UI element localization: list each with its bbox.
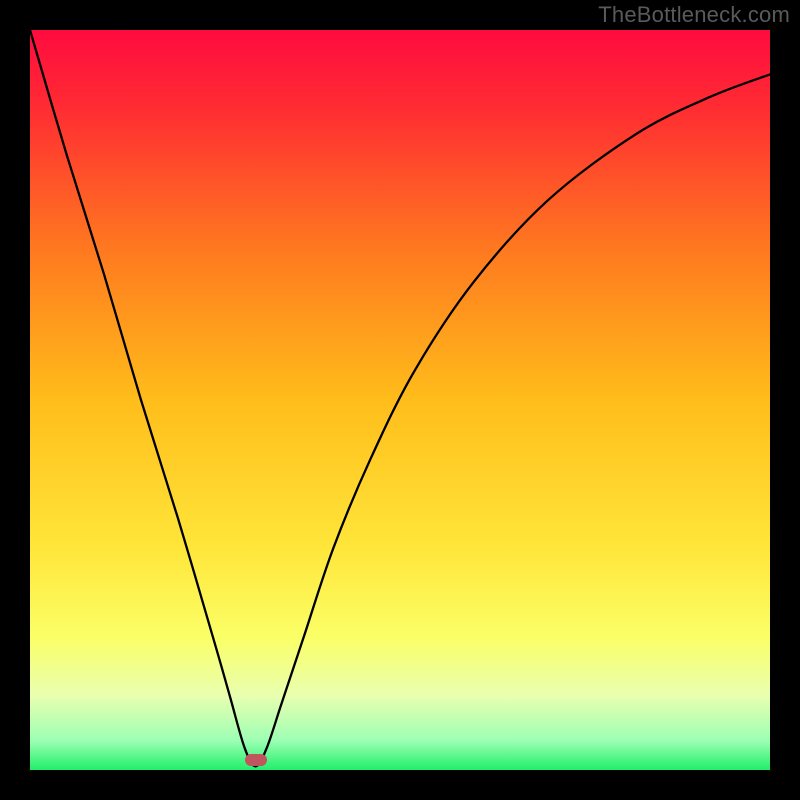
watermark-label: TheBottleneck.com xyxy=(598,2,790,28)
plot-area xyxy=(30,30,770,770)
minimum-marker xyxy=(245,754,267,766)
chart-frame: TheBottleneck.com xyxy=(0,0,800,800)
bottleneck-curve xyxy=(30,30,770,770)
